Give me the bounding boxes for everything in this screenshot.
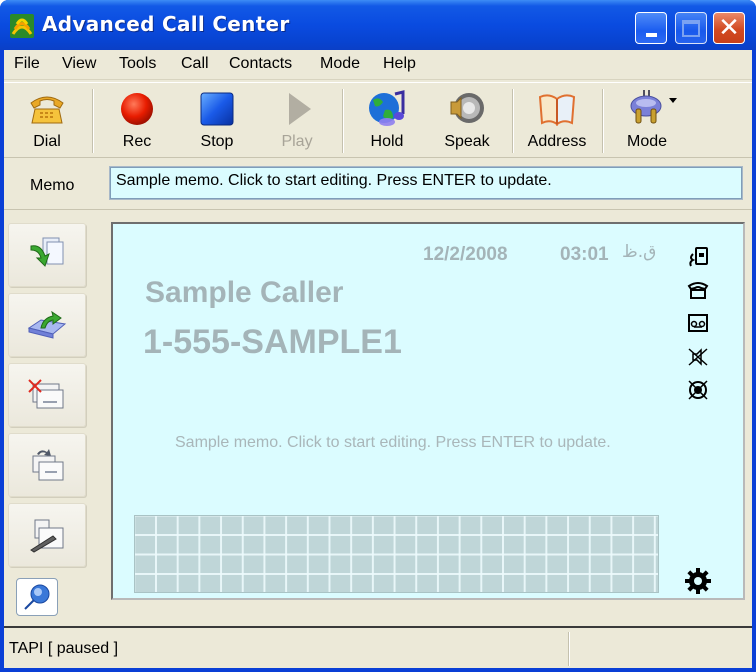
menu-tools[interactable]: Tools [117,55,158,73]
phone-icon [687,282,709,299]
call-time: 03:01 [560,244,609,265]
toolbar: Dial Rec Stop Play Hold Speak Address Mo… [4,82,752,158]
phone-status[interactable] [685,279,711,301]
close-icon: ✕ [718,13,740,43]
hold-button[interactable]: Hold [348,85,426,157]
answering-machine-status[interactable] [685,312,711,334]
caller-id-icon [689,247,708,267]
call-date: 12/2/2008 [423,244,508,265]
toolbar-separator [512,89,514,153]
mode-button[interactable]: Mode [608,85,686,157]
caller-name: Sample Caller [145,276,344,309]
status-bar: TAPI [ paused ] [4,626,752,668]
maximize-icon [682,19,700,37]
speak-label: Speak [444,133,490,150]
play-icon [277,89,317,129]
document-pen-icon [30,519,64,553]
mode-dropdown-arrow-icon[interactable] [668,98,678,104]
memo-row: Memo Sample memo. Click to start editing… [4,160,752,210]
menu-help[interactable]: Help [381,55,418,73]
gear-icon[interactable] [683,566,713,596]
envelope-x-icon [28,379,64,409]
stop-icon [197,89,237,129]
sidebar-outgoing-calls-button[interactable] [8,293,86,357]
dial-label: Dial [33,133,61,150]
pushpin-icon [24,584,50,610]
stop-button[interactable]: Stop [178,85,256,157]
app-logo-icon [10,14,34,38]
dial-button[interactable]: Dial [8,85,86,157]
status-divider [568,632,570,666]
menu-file[interactable]: File [12,55,42,73]
address-label: Address [527,133,587,150]
call-display-panel[interactable]: 12/2/2008 03:01 ق.ظ Sample Caller 1-555-… [111,222,745,600]
minimize-icon [645,33,657,37]
toolbar-separator [92,89,94,153]
sidebar-incoming-calls-button[interactable] [8,223,86,287]
hold-globe-music-icon [367,89,407,129]
title-bar[interactable]: Advanced Call Center ✕ [0,0,756,50]
maximize-button[interactable] [675,12,707,44]
stop-label: Stop [200,133,234,150]
plug-icon [627,89,667,129]
sidebar-forwarded-button[interactable] [8,433,86,497]
tapi-status: TAPI [ paused ] [9,640,119,657]
speaker-icon [447,89,487,129]
memo-label: Memo [30,177,75,194]
caller-number: 1-555-SAMPLE1 [143,323,402,361]
play-label: Play [281,133,313,150]
document-arrow-down-icon [30,237,64,267]
toolbar-separator [602,89,604,153]
recording-off-status[interactable] [685,379,711,401]
call-time-period: ق.ظ [622,242,657,262]
menu-mode[interactable]: Mode [318,55,362,73]
caller-id-status[interactable] [685,246,711,268]
client-area: File View Tools Call Contacts Mode Help … [4,50,752,668]
call-history-grid [134,515,659,593]
sidebar-notes-button[interactable] [8,503,86,567]
sidebar-missed-calls-button[interactable] [8,363,86,427]
record-icon [117,89,157,129]
menu-bar: File View Tools Call Contacts Mode Help [4,50,752,80]
play-button[interactable]: Play [258,85,336,157]
hold-label: Hold [370,133,404,150]
speak-button[interactable]: Speak [428,85,506,157]
toolbar-separator [342,89,344,153]
menu-call[interactable]: Call [179,55,211,73]
menu-contacts[interactable]: Contacts [227,55,294,73]
rec-label: Rec [122,133,152,150]
speaker-muted-status[interactable] [685,346,711,368]
mode-label: Mode [626,133,668,150]
envelopes-forward-icon [32,449,64,481]
recording-off-icon [688,380,708,400]
minimize-button[interactable] [635,12,667,44]
close-button[interactable]: ✕ [713,12,745,44]
speaker-muted-icon [688,348,708,366]
sidebar-pin-button[interactable] [16,578,58,616]
rec-button[interactable]: Rec [98,85,176,157]
address-button[interactable]: Address [518,85,596,157]
menu-view[interactable]: View [60,55,98,73]
window-title: Advanced Call Center [42,12,290,36]
memo-input[interactable]: Sample memo. Click to start editing. Pre… [109,166,743,200]
answering-machine-icon [688,314,708,332]
app-window: Advanced Call Center ✕ File View Tools C… [0,0,756,672]
address-book-icon [537,89,577,129]
tray-arrow-out-icon [27,310,67,339]
display-memo[interactable]: Sample memo. Click to start editing. Pre… [175,434,611,452]
telephone-icon [27,89,67,129]
